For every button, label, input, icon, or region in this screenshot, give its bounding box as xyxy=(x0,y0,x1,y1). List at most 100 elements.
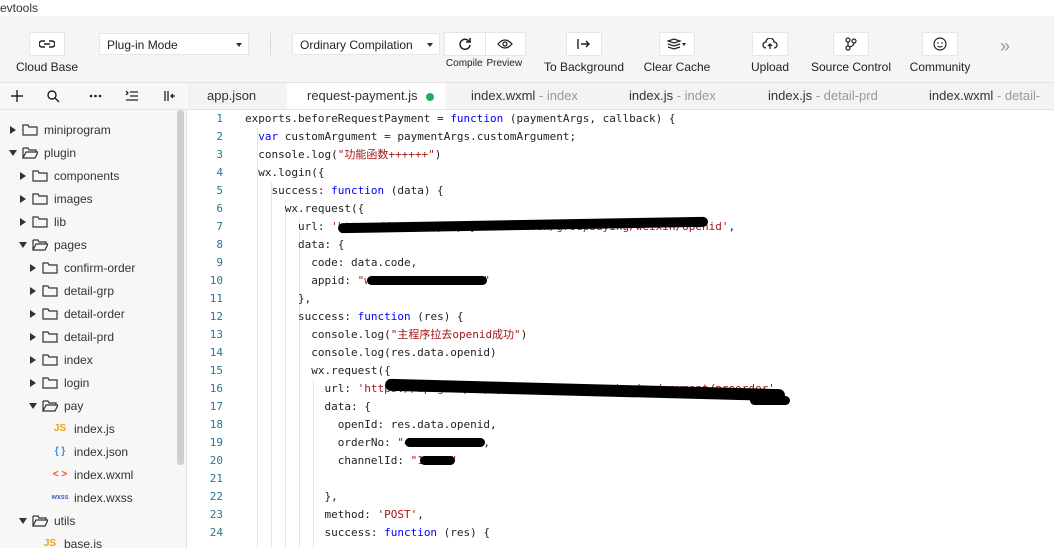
cloud-base-button[interactable]: Cloud Base xyxy=(14,16,80,82)
chevron-down-icon xyxy=(8,148,18,158)
tree-file-index-wxml[interactable]: < > index.wxml xyxy=(52,463,134,486)
line-number: 4 xyxy=(216,166,223,179)
source-control-label: Source Control xyxy=(810,60,892,74)
tab-label: request-payment.js xyxy=(307,88,418,103)
tab-index-wxml-index[interactable]: index.wxml - index xyxy=(451,83,609,109)
tree-folder-components[interactable]: components xyxy=(18,164,119,187)
folder-open-icon xyxy=(32,514,48,528)
tree-file-base-js[interactable]: JS base.js xyxy=(42,532,102,548)
folder-icon xyxy=(42,284,58,298)
upload-button[interactable]: Upload xyxy=(745,16,795,82)
to-background-button[interactable]: To Background xyxy=(540,16,628,82)
tab-index-js-index[interactable]: index.js - index xyxy=(609,83,749,109)
tree-folder-detail-prd[interactable]: detail-prd xyxy=(28,325,114,348)
refresh-icon xyxy=(459,38,471,51)
code-line: code: data.code, xyxy=(245,256,418,269)
tree-folder-lib[interactable]: lib xyxy=(18,210,66,233)
tree-file-index-wxss[interactable]: wxss index.wxss xyxy=(51,486,133,509)
line-number: 24 xyxy=(209,526,223,539)
preview-label: Preview xyxy=(486,58,523,69)
tab-sublabel: - index xyxy=(535,88,578,103)
tree-folder-detail-order[interactable]: detail-order xyxy=(28,302,125,325)
folder-icon xyxy=(32,215,48,229)
code-line: success: function (res) { xyxy=(245,310,464,323)
upload-label: Upload xyxy=(750,60,790,74)
code-line: success: function (res) { xyxy=(245,526,491,539)
community-button[interactable]: Community xyxy=(906,16,974,82)
source-control-button[interactable]: Source Control xyxy=(808,16,894,82)
tab-request-payment-js[interactable]: request-payment.js xyxy=(287,83,445,109)
line-number: 8 xyxy=(216,238,223,251)
code-line: }, xyxy=(245,292,312,305)
tree-label: components xyxy=(54,168,120,183)
add-icon[interactable] xyxy=(8,87,26,105)
tree-folder-plugin[interactable]: plugin xyxy=(8,141,76,164)
tree-file-index-json[interactable]: { } index.json xyxy=(52,440,128,463)
folder-icon xyxy=(42,353,58,367)
tree-folder-confirm-order[interactable]: confirm-order xyxy=(28,256,135,279)
preview-button[interactable] xyxy=(486,33,526,55)
chevron-right-icon xyxy=(28,286,38,296)
chevron-right-icon xyxy=(18,217,28,227)
compile-mode-select[interactable]: Ordinary Compilation xyxy=(292,33,440,55)
json-file-icon: { } xyxy=(54,446,66,457)
wxml-file-icon: < > xyxy=(52,469,68,480)
search-icon[interactable] xyxy=(44,87,62,105)
tree-folder-images[interactable]: images xyxy=(18,187,93,210)
chevron-right-icon xyxy=(28,309,38,319)
tree-label: confirm-order xyxy=(64,260,136,275)
code-line: wx.login({ xyxy=(245,166,325,179)
tree-label: index xyxy=(64,352,93,367)
explorer-scrollbar[interactable] xyxy=(177,110,184,465)
more-chevron-icon[interactable]: » xyxy=(1000,36,1010,57)
code-line: data: { xyxy=(245,400,371,413)
line-number: 19 xyxy=(209,436,223,449)
outline-icon[interactable] xyxy=(123,87,141,105)
tree-folder-detail-grp[interactable]: detail-grp xyxy=(28,279,114,302)
line-number: 15 xyxy=(209,364,223,377)
tree-label: index.wxss xyxy=(74,490,133,505)
tree-folder-pay[interactable]: pay xyxy=(28,394,83,417)
tree-folder-utils[interactable]: utils xyxy=(18,509,75,532)
folder-icon xyxy=(42,330,58,344)
clear-cache-button[interactable]: Clear Cache xyxy=(638,16,716,82)
more-icon[interactable] xyxy=(86,87,104,105)
toolbar-divider xyxy=(270,33,271,55)
tab-index-js-detail-prd[interactable]: index.js - detail-prd xyxy=(748,83,908,109)
tab-app-json[interactable]: app.json xyxy=(187,83,287,109)
collapse-panel-icon[interactable] xyxy=(161,87,179,105)
tree-label: index.json xyxy=(74,444,129,459)
to-background-icon xyxy=(566,32,602,56)
chevron-right-icon xyxy=(28,263,38,273)
line-number: 6 xyxy=(216,202,223,215)
line-number: 18 xyxy=(209,418,223,431)
chevron-down-icon xyxy=(28,401,38,411)
cloud-upload-icon xyxy=(752,32,788,56)
tree-folder-login[interactable]: login xyxy=(28,371,89,394)
git-branch-icon xyxy=(833,32,869,56)
line-number: 1 xyxy=(216,112,223,125)
file-explorer: miniprogram plugin components images lib… xyxy=(0,110,187,548)
compile-button[interactable] xyxy=(445,33,486,55)
tree-label: index.wxml xyxy=(74,467,134,482)
code-editor[interactable]: 1 2 3 4 5 6 7 8 9 10 11 12 13 14 15 16 1… xyxy=(187,110,1054,548)
chevron-right-icon xyxy=(18,194,28,204)
line-number: 5 xyxy=(216,184,223,197)
mode-select[interactable]: Plug-in Mode xyxy=(99,33,249,55)
line-number: 10 xyxy=(209,274,223,287)
tree-label: plugin xyxy=(44,145,77,160)
chevron-down-icon xyxy=(18,240,28,250)
code-line: data: { xyxy=(245,238,345,251)
tree-label: detail-grp xyxy=(64,283,115,298)
tree-label: index.js xyxy=(74,421,115,436)
code-line: wx.request({ xyxy=(245,202,365,215)
code-area[interactable]: exports.beforeRequestPayment = function … xyxy=(245,110,1045,548)
tree-folder-pages[interactable]: pages xyxy=(18,233,87,256)
js-file-icon: JS xyxy=(53,423,67,434)
tab-index-wxml-detail[interactable]: index.wxml - detail- xyxy=(909,83,1054,109)
chevron-down-icon xyxy=(427,43,433,47)
compile-preview-group xyxy=(444,32,526,56)
tree-folder-miniprogram[interactable]: miniprogram xyxy=(8,118,111,141)
tree-folder-index[interactable]: index xyxy=(28,348,93,371)
tree-file-index-js[interactable]: JS index.js xyxy=(52,417,115,440)
